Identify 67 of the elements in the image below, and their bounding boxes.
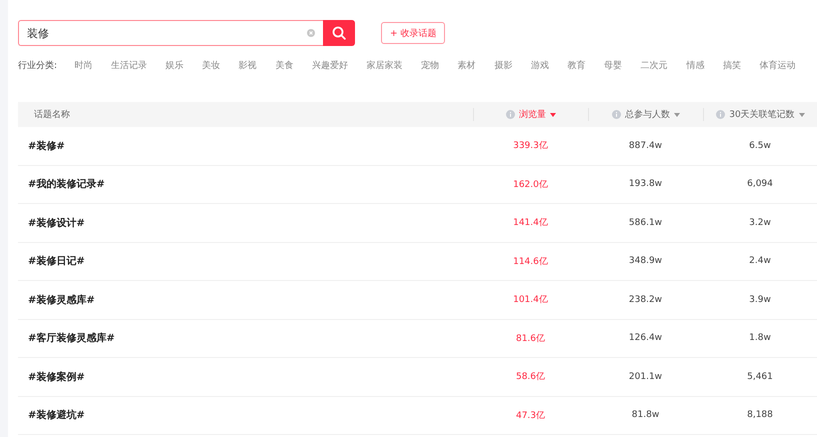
search-button[interactable] <box>323 20 355 46</box>
table-cell: 47.3亿 <box>516 410 546 421</box>
category-item[interactable]: 搞笑 <box>714 59 750 72</box>
topic-name[interactable]: #装修案例# <box>28 372 85 383</box>
column-title[interactable]: 30天关联笔记数 <box>729 108 795 121</box>
table-cell: 141.4亿 <box>513 218 548 228</box>
table-cell: 58.6亿 <box>516 372 546 382</box>
category-item[interactable]: 教育 <box>558 59 595 72</box>
sort-caret-icon[interactable] <box>798 112 805 116</box>
table-cell: 3.2w <box>749 218 771 228</box>
topic-name[interactable]: #客厅装修灵感库# <box>28 333 115 344</box>
category-item[interactable]: 兴趣爱好 <box>302 59 358 72</box>
table-cell: 193.8w <box>628 179 662 190</box>
clear-icon[interactable] <box>307 29 315 37</box>
table-cell: 6.5w <box>749 140 771 151</box>
category-item[interactable]: 影视 <box>229 59 266 72</box>
table-cell: 8,188 <box>747 410 773 420</box>
table-cell: 238.2w <box>628 294 662 305</box>
category-item[interactable]: 家居家装 <box>357 59 412 72</box>
category-label: 行业分类: <box>18 60 58 72</box>
category-item[interactable]: 母婴 <box>594 59 632 72</box>
category-item[interactable]: 游戏 <box>522 59 558 72</box>
sort-caret-icon[interactable] <box>550 112 556 116</box>
table-cell: 3.9w <box>749 294 771 305</box>
table-cell: 81.8w <box>632 410 660 420</box>
collect-topic-button[interactable]: + 收录话题 <box>381 22 446 44</box>
topic-name[interactable]: #装修灵感库# <box>28 294 95 306</box>
category-item[interactable]: 时尚 <box>65 59 102 72</box>
table-cell: 6,094 <box>747 179 773 190</box>
topic-name[interactable]: #装修日记# <box>28 256 85 268</box>
table-cell: 339.3亿 <box>513 141 548 152</box>
table-cell: 887.4w <box>628 140 662 151</box>
search-input[interactable]: 装修 <box>27 26 307 40</box>
table-cell: 81.6亿 <box>516 334 546 344</box>
topic-name[interactable]: #装修设计# <box>28 218 85 229</box>
category-item[interactable]: 宠物 <box>412 59 448 72</box>
sort-caret-icon[interactable] <box>674 112 680 116</box>
table-cell: 1.8w <box>749 333 771 344</box>
category-item[interactable]: 生活记录 <box>102 59 156 72</box>
column-title[interactable]: 浏览量 <box>519 108 546 121</box>
category-item[interactable]: 体育运动 <box>750 59 805 72</box>
table-cell: 201.1w <box>628 372 662 382</box>
table-cell: 5,461 <box>747 372 773 382</box>
table-cell: 126.4w <box>628 333 662 344</box>
table-cell: 162.0亿 <box>513 180 548 190</box>
info-icon <box>716 110 726 119</box>
category-item[interactable]: 素材 <box>448 59 485 72</box>
info-icon <box>506 110 515 119</box>
column-title[interactable]: 总参与人数 <box>625 108 670 121</box>
table-cell: 101.4亿 <box>513 295 548 306</box>
table-cell: 2.4w <box>749 256 771 266</box>
category-item[interactable]: 情感 <box>676 59 714 72</box>
category-item[interactable]: 二次元 <box>631 59 677 72</box>
table-cell: 348.9w <box>628 256 662 266</box>
topic-name[interactable]: #装修避坑# <box>28 410 85 422</box>
search-icon <box>332 26 346 40</box>
column-title: 话题名称 <box>34 108 70 121</box>
info-icon <box>612 110 621 119</box>
category-item[interactable]: 摄影 <box>484 59 522 72</box>
table-cell: 586.1w <box>628 218 662 228</box>
category-item[interactable]: 美妆 <box>192 59 230 72</box>
category-item[interactable]: 美食 <box>266 59 303 72</box>
topic-name[interactable]: #装修# <box>28 140 65 152</box>
search-field[interactable]: 装修 <box>18 20 323 46</box>
topic-name[interactable]: #我的装修记录# <box>28 179 105 190</box>
table-cell: 114.6亿 <box>513 256 548 267</box>
category-item[interactable]: 娱乐 <box>156 59 193 72</box>
